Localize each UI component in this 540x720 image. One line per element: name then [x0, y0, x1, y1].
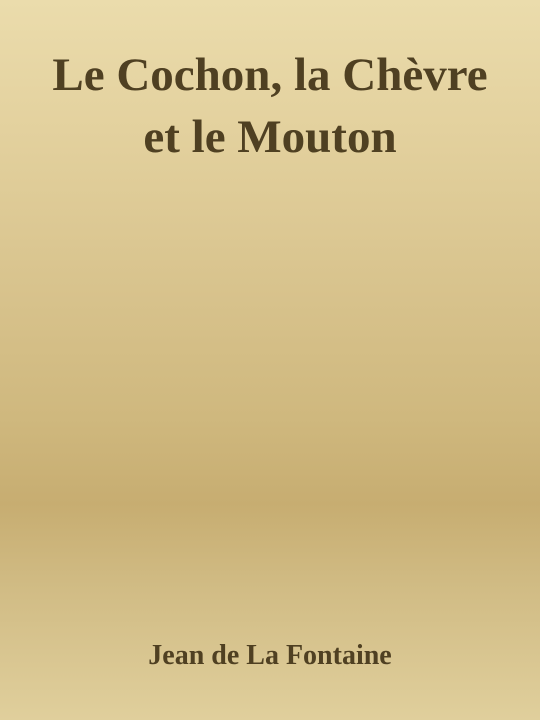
book-author: Jean de La Fontaine [148, 640, 392, 671]
book-cover: Le Cochon, la Chèvre et le Mouton Jean d… [0, 0, 540, 720]
book-title: Le Cochon, la Chèvre et le Mouton [52, 49, 488, 163]
